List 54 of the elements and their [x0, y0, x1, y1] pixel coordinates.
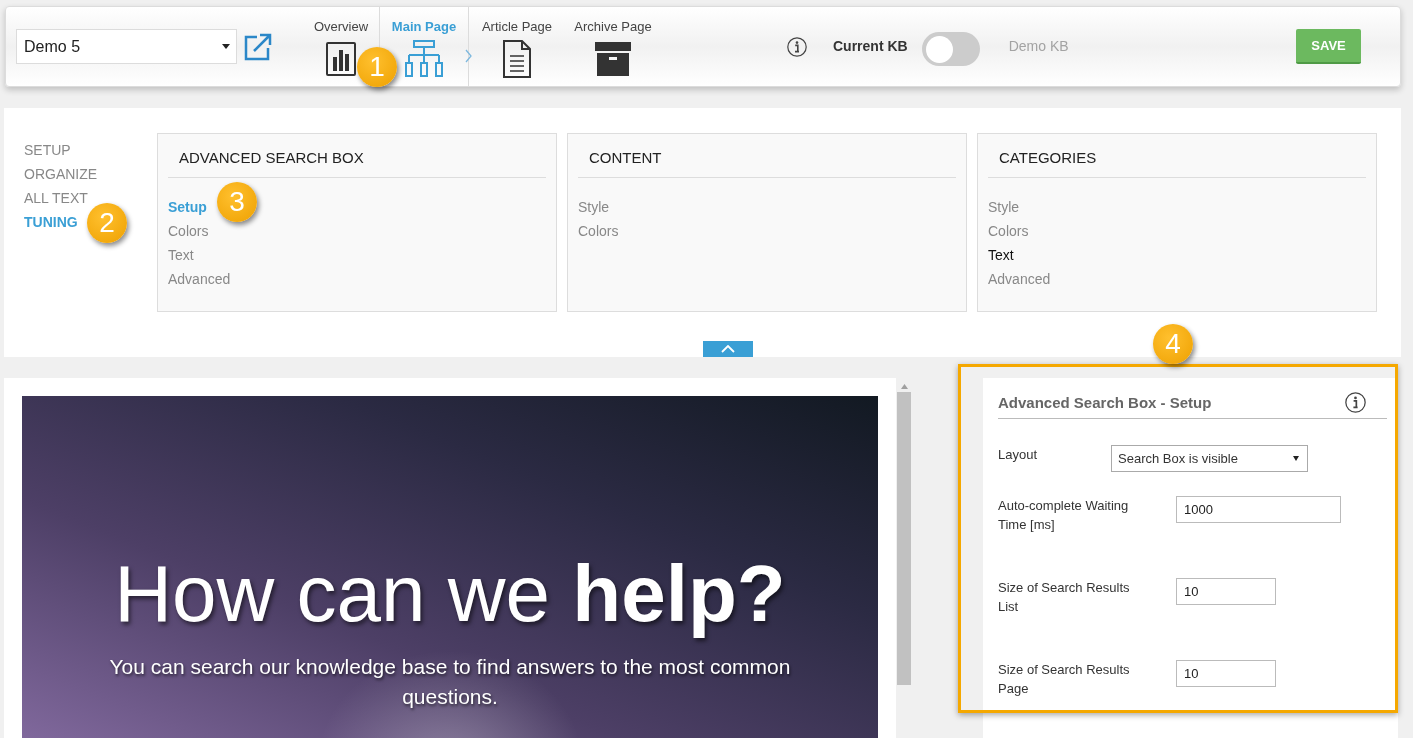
- layout-select[interactable]: Search Box is visible: [1111, 445, 1308, 472]
- page-tab[interactable]: Archive Page: [574, 17, 652, 37]
- scrollbar-thumb[interactable]: [897, 392, 911, 685]
- card-link[interactable]: Text: [168, 243, 194, 267]
- card-link[interactable]: Advanced: [988, 267, 1051, 291]
- field-label: Layout: [998, 446, 1039, 464]
- chevron-right-icon: [465, 49, 472, 63]
- card-link[interactable]: Style: [578, 195, 610, 219]
- caret-down-icon: [222, 44, 230, 49]
- card-link[interactable]: Advanced: [168, 267, 231, 291]
- card-link[interactable]: Colors: [578, 219, 619, 243]
- current-kb-label: Current KB: [833, 37, 908, 56]
- archive-box-icon[interactable]: [595, 42, 631, 76]
- field-label: Size of Search Results List: [998, 579, 1131, 616]
- collapse-button[interactable]: [703, 341, 753, 357]
- demo-kb-label: Demo KB: [1008, 37, 1069, 56]
- field-label: Auto-complete Waiting Time [ms]: [998, 497, 1130, 534]
- input-field[interactable]: 10: [1176, 578, 1276, 605]
- info-icon[interactable]: [1345, 392, 1366, 413]
- step-badge: 2: [87, 203, 127, 243]
- card-link[interactable]: Style: [988, 195, 1020, 219]
- nav-link[interactable]: ALL TEXT: [24, 186, 88, 210]
- card-link[interactable]: Setup: [168, 195, 207, 219]
- step-badge: 1: [357, 47, 397, 87]
- page-tab[interactable]: Overview: [313, 17, 369, 37]
- bar-chart-icon[interactable]: [326, 42, 356, 76]
- caret-up-icon: [721, 345, 735, 353]
- field-label: Size of Search Results Page: [998, 661, 1131, 698]
- scroll-up-arrow-icon[interactable]: [900, 384, 908, 389]
- card-link[interactable]: Text: [988, 243, 1014, 267]
- document-icon[interactable]: [502, 40, 532, 78]
- kb-select[interactable]: Demo 5: [16, 29, 237, 64]
- kb-toggle-switch[interactable]: [921, 32, 980, 66]
- page-tab[interactable]: Main Page: [391, 17, 457, 37]
- hero-subtitle: You can search our knowledge base to find answers to the most common questions.: [108, 654, 792, 710]
- external-link-icon[interactable]: [244, 32, 272, 61]
- card-heading: CATEGORIES: [999, 148, 1098, 168]
- nav-link[interactable]: SETUP: [24, 138, 71, 162]
- card-link[interactable]: Colors: [168, 219, 209, 243]
- save-button[interactable]: SAVE: [1296, 29, 1361, 64]
- hero-heading: How can we help?: [114, 548, 786, 640]
- panel-title: Advanced Search Box - Setup: [998, 392, 1212, 413]
- card-heading: CONTENT: [589, 148, 663, 168]
- nav-link[interactable]: TUNING: [24, 210, 78, 234]
- card-link[interactable]: Colors: [988, 219, 1029, 243]
- caret-down-icon: [1293, 456, 1299, 461]
- sitemap-icon[interactable]: [404, 40, 444, 78]
- step-badge: 3: [217, 182, 257, 222]
- input-field[interactable]: 1000: [1176, 496, 1341, 523]
- page-tab[interactable]: Article Page: [481, 17, 553, 37]
- card-heading: ADVANCED SEARCH BOX: [179, 148, 365, 168]
- info-icon[interactable]: [787, 36, 807, 57]
- nav-link[interactable]: ORGANIZE: [24, 162, 98, 186]
- input-field[interactable]: 10: [1176, 660, 1276, 687]
